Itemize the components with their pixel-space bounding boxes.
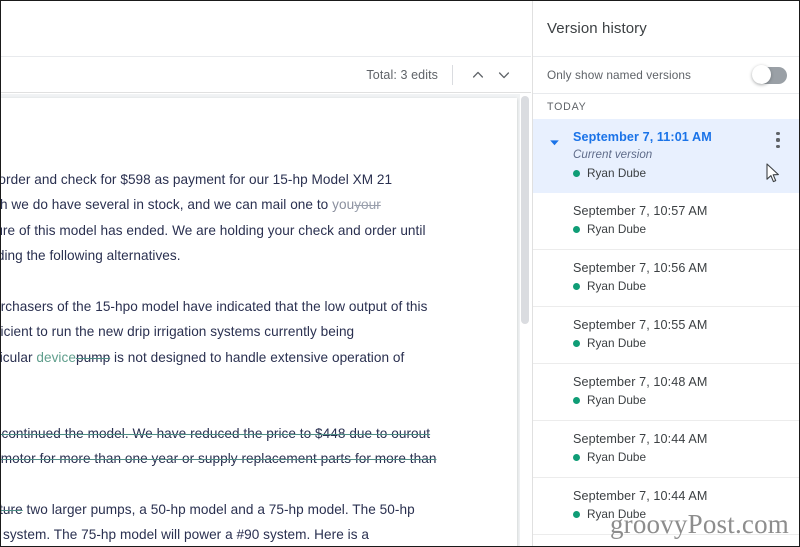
p4-line1: two larger pumps, a 50-hp model and a 75…: [22, 501, 415, 517]
section-label-today: TODAY: [547, 100, 587, 113]
version-history-header: Version history: [533, 1, 799, 57]
document-top-strip: [1, 1, 531, 57]
document-pane: Total: 3 edits ally:: [1, 1, 531, 546]
kebab-dot-1: [776, 132, 780, 136]
version-date: September 7, 10:48 AM: [573, 375, 708, 389]
author-color-dot: [573, 454, 580, 461]
version-author: Ryan Dube: [587, 507, 647, 521]
p1-insertion-you: you: [332, 197, 355, 212]
version-list-item-current[interactable]: September 7, 11:01 AM Current version Ry…: [533, 119, 799, 193]
version-author-row: Ryan Dube: [573, 221, 787, 238]
document-scrollbar-thumb[interactable]: [521, 96, 529, 324]
document-canvas: ally: ived your order and check for $598…: [1, 94, 531, 546]
doc-paragraph-1: ived your order and check for $598 as pa…: [1, 167, 517, 269]
p2-line2: rally insufficient to run the new drip i…: [1, 324, 355, 339]
named-versions-toggle-row[interactable]: Only show named versions: [533, 57, 799, 94]
version-date: September 7, 10:56 AM: [573, 261, 708, 275]
p3-struck-line-2: rranty the motor for more than one year …: [1, 451, 437, 466]
named-versions-label: Only show named versions: [547, 68, 692, 82]
version-author-row: Ryan Dube: [573, 278, 787, 295]
version-author: Ryan Dube: [587, 222, 647, 236]
version-list-item[interactable]: September 7, 10:48 AM Ryan Dube: [533, 364, 799, 421]
chevron-up-icon: [472, 71, 484, 78]
version-list-item[interactable]: September 7, 10:44 AM Ryan Dube: [533, 421, 799, 478]
version-list-item[interactable]: September 7, 10:44 AM Ryan Dube: [533, 478, 799, 535]
total-edits-label: Total: 3 edits: [366, 67, 438, 82]
version-list-item[interactable]: September 7, 10:55 AM Ryan Dube: [533, 307, 799, 364]
kebab-dot-2: [776, 138, 780, 142]
version-author-row: Ryan Dube: [573, 335, 787, 352]
toolbar-divider: [452, 64, 453, 85]
doc-paragraph-4: emanufacture two larger pumps, a 50-hp m…: [1, 497, 517, 547]
version-author: Ryan Dube: [587, 279, 647, 293]
kebab-dot-3: [776, 144, 780, 148]
author-color-dot: [573, 397, 580, 404]
version-list: September 7, 11:01 AM Current version Ry…: [533, 119, 799, 546]
p1-line1: ived your order and check for $598 as pa…: [1, 171, 393, 187]
doc-paragraph-3-struck: e have discontinued the model. We have r…: [1, 421, 517, 472]
version-author-row: Ryan Dube: [573, 165, 787, 182]
p4-deletion-remanufacture: emanufacture: [1, 501, 23, 517]
version-author: Ryan Dube: [587, 336, 647, 350]
version-date: September 7, 11:01 AM: [573, 130, 712, 144]
version-author-row: Ryan Dube: [573, 392, 787, 409]
author-color-dot: [573, 170, 580, 177]
author-color-dot: [573, 340, 580, 347]
version-list-item[interactable]: September 7, 10:56 AM Ryan Dube: [533, 250, 799, 307]
p2-insertion-device: device: [36, 349, 76, 365]
edits-navigation-bar: Total: 3 edits: [1, 57, 531, 93]
version-author: Ryan Dube: [587, 166, 647, 180]
version-date: September 7, 10:44 AM: [573, 489, 708, 503]
document-text-body[interactable]: ally: ived your order and check for $598…: [1, 116, 517, 546]
chevron-down-icon: [498, 71, 510, 78]
author-color-dot: [573, 226, 580, 233]
panel-title: Version history: [547, 20, 647, 37]
p1-deletion-your: your: [354, 197, 381, 212]
author-color-dot: [573, 283, 580, 290]
next-edit-button[interactable]: [491, 62, 517, 88]
version-date: September 7, 10:55 AM: [573, 318, 708, 332]
p2-deletion-pump: pump: [75, 349, 111, 365]
version-date: September 7, 10:44 AM: [573, 432, 708, 446]
named-versions-switch[interactable]: [752, 65, 787, 84]
p1-line2: p. Although we do have several in stock,…: [1, 197, 329, 212]
p2-line3b: is not designed to handle extensive oper…: [110, 349, 405, 365]
doc-paragraph-2: uation. Purchasers of the 15-hpo model h…: [1, 294, 517, 396]
p2-line1: uation. Purchasers of the 15-hpo model h…: [1, 298, 428, 314]
version-author: Ryan Dube: [587, 450, 647, 464]
p4-line2: wer a #70 system. The 75-hp model will p…: [1, 527, 370, 542]
version-options-button[interactable]: [771, 131, 785, 149]
version-date: September 7, 10:57 AM: [573, 204, 708, 218]
version-author-row: Ryan Dube: [573, 506, 787, 523]
document-page[interactable]: ally: ived your order and check for $598…: [1, 98, 517, 546]
p3-struck-line-1: e have discontinued the model. We have r…: [1, 425, 431, 441]
p1-line4: you regarding the following alternatives…: [1, 248, 181, 263]
p2-line3a: . This particular: [1, 349, 33, 365]
switch-knob: [752, 65, 771, 84]
version-history-panel: Version history Only show named versions…: [532, 1, 799, 546]
previous-edit-button[interactable]: [465, 62, 491, 88]
version-author: Ryan Dube: [587, 393, 647, 407]
expand-caret-icon[interactable]: [549, 135, 560, 153]
version-author-row: Ryan Dube: [573, 449, 787, 466]
doc-paragraph-salutation: ally:: [1, 116, 517, 142]
p1-line3: manufacture of this model has ended. We …: [1, 222, 426, 238]
version-current-label: Current version: [573, 148, 653, 161]
version-list-item[interactable]: September 7, 10:57 AM Ryan Dube: [533, 193, 799, 250]
author-color-dot: [573, 511, 580, 518]
version-history-screen: Total: 3 edits ally:: [0, 0, 800, 547]
